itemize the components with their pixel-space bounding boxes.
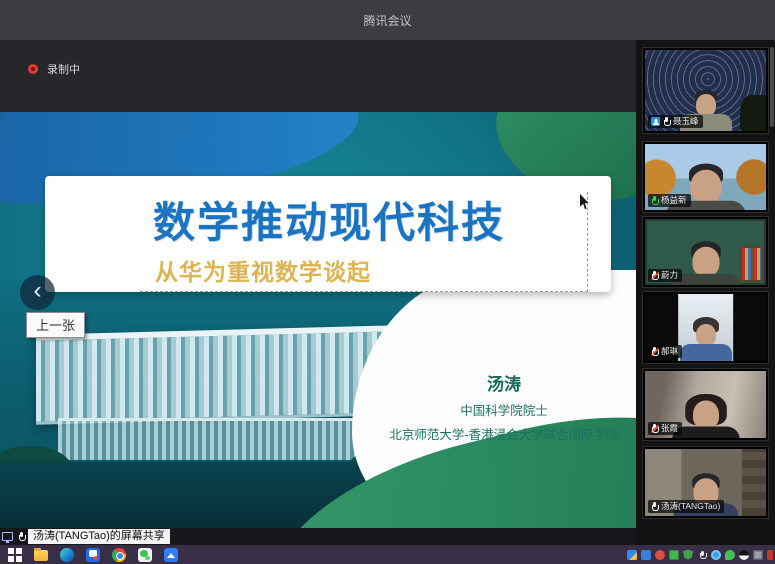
participant-name: 汤涛(TANGTao) — [661, 502, 720, 511]
participant-tile[interactable]: 杨益新 — [642, 141, 769, 213]
participant-video: 聂玉峰 — [645, 50, 766, 131]
microphone-muted-icon — [651, 271, 658, 280]
microphone-icon — [651, 502, 658, 511]
participant-video: 汤涛(TANGTao) — [645, 449, 766, 516]
participant-video: 张霞 — [645, 371, 766, 438]
participant-name: 聂玉峰 — [673, 117, 699, 126]
tray-display-icon[interactable] — [753, 550, 763, 560]
microphone-icon — [663, 117, 670, 126]
presenter-block: 汤涛 中国科学院院士 北京师范大学-香港浸会大学联合国际学院 — [378, 370, 630, 443]
microphone-muted-icon — [651, 424, 658, 433]
participant-name: 蔚力 — [661, 271, 678, 280]
share-banner: 汤涛(TANGTao)的屏幕共享 — [0, 528, 636, 545]
edge-icon[interactable] — [60, 548, 74, 562]
system-tray — [627, 550, 775, 560]
share-banner-label: 汤涛(TANGTao)的屏幕共享 — [28, 529, 170, 544]
participant-tile[interactable]: 郝琳 — [642, 291, 769, 364]
blue-docs-icon[interactable] — [164, 548, 178, 562]
window-title: 腾讯会议 — [363, 12, 411, 29]
tray-shield-icon[interactable] — [683, 550, 693, 560]
participant-name-badge: 蔚力 — [648, 269, 682, 282]
taskbar — [0, 545, 775, 564]
recording-icon — [28, 64, 38, 74]
presenter-title: 中国科学院院士 — [378, 400, 630, 419]
tray-blue-globe-icon[interactable] — [711, 550, 721, 560]
presenter-affiliation: 北京师范大学-香港浸会大学联合国际学院 — [378, 424, 630, 443]
taskbar-apps — [0, 548, 178, 562]
chrome-icon[interactable] — [112, 548, 126, 562]
participant-name-badge: 杨益新 — [648, 194, 691, 207]
shared-slide: 数学推动现代科技 从华为重视数学谈起 汤涛 中国科学院院士 北京师范大学-香港浸… — [0, 112, 636, 528]
microphone-active-icon — [651, 196, 658, 205]
participant-video: 郝琳 — [645, 294, 766, 361]
wechat-icon[interactable] — [138, 548, 152, 562]
participant-tile[interactable]: 蔚力 — [642, 216, 769, 288]
sidebar-scrollbar[interactable] — [770, 47, 774, 127]
participant-name-badge: 张霞 — [648, 422, 682, 435]
share-mic-icon — [18, 532, 25, 541]
recording-label: 录制中 — [47, 61, 80, 77]
participant-name-badge: 聂玉峰 — [648, 115, 703, 128]
prev-slide-tooltip: 上一张 — [26, 312, 85, 338]
tray-green-chat-icon[interactable] — [725, 550, 735, 560]
participant-name: 张霞 — [661, 424, 678, 433]
presenter-name: 汤涛 — [378, 370, 630, 395]
member-icon — [651, 117, 660, 126]
prev-slide-button[interactable]: ‹ — [20, 275, 55, 310]
tray-red-app-icon[interactable] — [655, 550, 665, 560]
participants-panel: 聂玉峰 杨益新 蔚力 — [636, 40, 775, 545]
tray-qq-icon[interactable] — [739, 550, 749, 560]
participant-name-badge: 郝琳 — [648, 345, 682, 358]
file-explorer-icon[interactable] — [34, 550, 48, 561]
tray-red-edge-icon[interactable] — [767, 550, 773, 560]
screen-share-icon — [2, 532, 13, 541]
tray-tencent-meeting-icon[interactable] — [627, 550, 637, 560]
participant-name-badge: 汤涛(TANGTao) — [648, 500, 724, 513]
tray-blue-app-icon[interactable] — [641, 550, 651, 560]
microphone-muted-icon — [651, 347, 658, 356]
tencent-meeting-icon[interactable] — [86, 548, 100, 562]
participant-name: 杨益新 — [661, 196, 687, 205]
participant-tile[interactable]: 汤涛(TANGTao) — [642, 446, 769, 519]
participant-tile[interactable]: 聂玉峰 — [642, 47, 769, 134]
start-button[interactable] — [8, 548, 22, 562]
tencent-meeting-window: 腾讯会议 录制中 数学推动现代科技 从华为重视数学谈起 汤涛 中国科学院院士 北… — [0, 0, 775, 564]
placeholder-dashed-border — [140, 192, 588, 292]
participant-name: 郝琳 — [661, 347, 678, 356]
window-titlebar: 腾讯会议 — [0, 0, 775, 40]
participant-tile[interactable]: 张霞 — [642, 368, 769, 441]
tray-microphone-icon[interactable] — [697, 550, 707, 560]
participant-video: 蔚力 — [645, 219, 766, 285]
tray-green-clover-icon[interactable] — [669, 550, 679, 560]
recording-indicator: 录制中 — [28, 61, 80, 77]
participant-video: 杨益新 — [645, 144, 766, 210]
